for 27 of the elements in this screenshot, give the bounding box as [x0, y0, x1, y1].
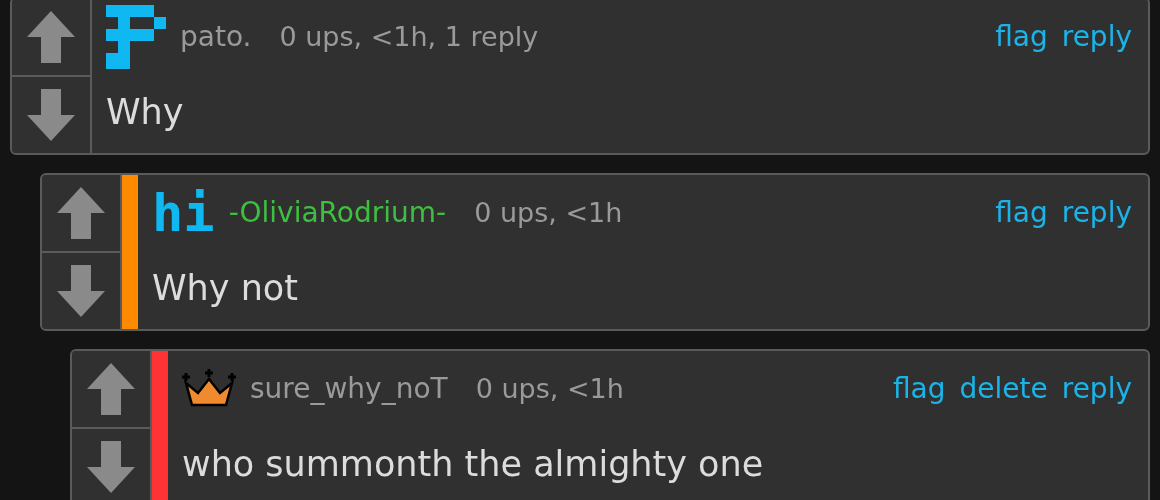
- crown-icon: [182, 368, 236, 409]
- action-link[interactable]: flag: [892, 372, 946, 405]
- comment-text: who summonth the almighty one: [182, 442, 765, 486]
- comment-meta: 0 ups, <1h: [475, 373, 624, 404]
- action-link[interactable]: flag: [995, 20, 1048, 53]
- downvote-button[interactable]: [12, 75, 90, 153]
- action-link[interactable]: flag: [995, 196, 1048, 229]
- down-arrow-icon: [57, 265, 105, 317]
- action-link[interactable]: delete: [959, 372, 1048, 405]
- comment-meta: 0 ups, <1h: [474, 197, 623, 228]
- comment-text: Why: [106, 90, 185, 134]
- downvote-button[interactable]: [42, 251, 120, 329]
- action-link[interactable]: reply: [1061, 372, 1132, 405]
- username[interactable]: pato.: [180, 20, 252, 53]
- badge-text: hi: [152, 186, 215, 239]
- action-link[interactable]: reply: [1061, 20, 1132, 53]
- username[interactable]: sure_why_noT: [250, 372, 448, 405]
- up-arrow-icon: [27, 11, 75, 63]
- action-link[interactable]: reply: [1061, 196, 1132, 229]
- comment-text: Why not: [152, 266, 299, 310]
- username[interactable]: -OliviaRodrium-: [228, 196, 447, 229]
- up-arrow-icon: [57, 187, 105, 239]
- down-arrow-icon: [27, 89, 75, 141]
- comment-meta: 0 ups, <1h, 1 reply: [279, 21, 539, 52]
- pixel-logo-icon: [106, 4, 166, 69]
- up-arrow-icon: [87, 363, 135, 415]
- down-arrow-icon: [87, 441, 135, 493]
